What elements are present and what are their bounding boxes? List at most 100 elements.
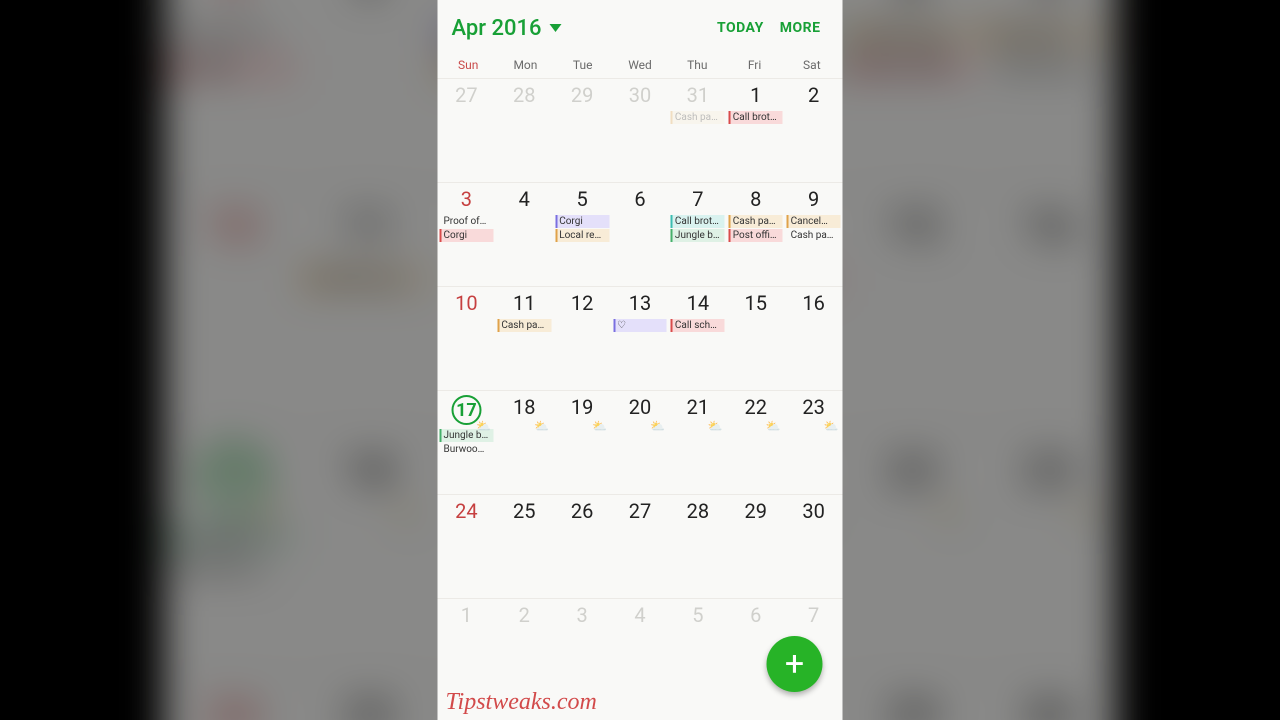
event-pill[interactable]: Cash pa… [787, 229, 841, 242]
more-button[interactable]: MORE [772, 14, 829, 42]
day-cell[interactable]: 13♡ [611, 287, 669, 390]
day-cell[interactable]: 27 [438, 79, 496, 182]
day-cell[interactable]: 25 [495, 495, 553, 598]
event-pill[interactable]: Cash pa… [729, 215, 783, 228]
event-pill[interactable]: Proof of… [169, 19, 296, 50]
day-cell[interactable]: 5 [669, 599, 727, 702]
day-cell[interactable]: 11Cash pa… [495, 287, 553, 390]
day-cell[interactable]: 5CorgiLocal re… [553, 183, 611, 286]
day-cell[interactable]: 8Cash pa…Post offi… [844, 0, 980, 186]
month-picker[interactable]: Apr 2016 [452, 16, 562, 41]
day-cell[interactable]: 15 [844, 188, 980, 430]
day-cell[interactable]: 29 [553, 79, 611, 182]
day-cell[interactable]: 12 [553, 287, 611, 390]
event-pill[interactable]: Cash pa… [849, 19, 976, 50]
day-cell[interactable]: 30 [980, 677, 1116, 720]
day-cell[interactable]: 10 [164, 188, 300, 430]
day-cell[interactable]: 30 [785, 495, 843, 598]
day-cell[interactable]: 31Cash pa… [669, 79, 727, 182]
day-cell[interactable]: 30 [611, 79, 669, 182]
day-cell[interactable]: 23⛅ [980, 433, 1116, 675]
day-cell[interactable]: 18⛅ [300, 433, 436, 675]
day-cell[interactable]: 23⛅ [785, 391, 843, 494]
day-cell[interactable]: 4 [495, 183, 553, 286]
day-number: 1 [440, 603, 494, 627]
day-cell[interactable]: 6 [611, 183, 669, 286]
day-cell[interactable]: 24 [164, 677, 300, 720]
event-pill[interactable]: Burwoo… [169, 555, 296, 586]
day-cell[interactable]: 3 [553, 599, 611, 702]
event-pill[interactable]: Post offi… [729, 229, 783, 242]
day-cell[interactable]: 16 [980, 188, 1116, 430]
event-list: CorgiLocal re… [555, 215, 609, 242]
event-pill[interactable]: Proof of… [440, 215, 494, 228]
event-pill[interactable]: Cash pa… [497, 319, 551, 332]
day-cell[interactable]: 24 [438, 495, 496, 598]
day-cell[interactable]: 2 [495, 599, 553, 702]
weather-icon: ⛅ [650, 419, 665, 433]
event-pill[interactable]: Local re… [555, 229, 609, 242]
event-pill[interactable]: Cash pa… [671, 111, 725, 124]
event-list: Jungle b…Burwoo… [440, 429, 494, 456]
day-cell[interactable]: 21⛅ [669, 391, 727, 494]
day-cell[interactable]: 8Cash pa…Post offi… [727, 183, 785, 286]
day-number: 6 [729, 603, 783, 627]
day-cell[interactable]: 3 Proof of…Corgi [438, 183, 496, 286]
today-button[interactable]: TODAY [709, 14, 772, 42]
event-pill[interactable]: ♡ [613, 319, 667, 332]
day-cell[interactable]: 22⛅ [727, 391, 785, 494]
event-pill[interactable]: Corgi [169, 52, 296, 83]
day-cell[interactable]: 17⛅Jungle b…Burwoo… [438, 391, 496, 494]
event-pill[interactable]: Call brot… [729, 111, 783, 124]
day-cell[interactable]: 29 [844, 677, 980, 720]
day-number: 3 [440, 187, 494, 211]
week-row: 3Proof of…Corgi45CorgiLocal re…67Call br… [438, 182, 843, 286]
day-cell[interactable]: 17⛅Jungle b…Burwoo… [164, 433, 300, 675]
event-pill[interactable]: Post offi… [849, 52, 976, 83]
event-pill[interactable]: Call brot… [671, 215, 725, 228]
week-row: 1011Cash pa…1213♡14Call sch…1516 [438, 286, 843, 390]
event-pill[interactable]: Jungle b… [671, 229, 725, 242]
day-cell[interactable]: 20⛅ [611, 391, 669, 494]
day-cell[interactable]: 29 [727, 495, 785, 598]
app-header: Apr 2016 TODAY MORE [438, 0, 843, 56]
day-cell[interactable]: 28 [669, 495, 727, 598]
event-pill[interactable]: Cancel… [985, 19, 1112, 50]
day-cell[interactable]: 27 [611, 495, 669, 598]
day-number: 4 [305, 0, 432, 10]
day-cell[interactable]: 3Proof of…Corgi [164, 0, 300, 186]
event-pill[interactable]: Burwoo… [440, 443, 494, 456]
event-pill[interactable]: Call sch… [671, 319, 725, 332]
weekday-label: Sat [783, 58, 840, 72]
month-title: Apr 2016 [452, 16, 542, 41]
add-event-fab[interactable]: + [767, 636, 823, 692]
day-cell[interactable]: 1 [438, 599, 496, 702]
event-pill[interactable]: Corgi [555, 215, 609, 228]
event-pill[interactable]: Corgi [440, 229, 494, 242]
day-cell[interactable]: 7Call brot…Jungle b… [669, 183, 727, 286]
event-pill[interactable]: Cash pa… [985, 52, 1112, 83]
day-cell[interactable]: 22⛅ [844, 433, 980, 675]
day-number: 12 [555, 291, 609, 315]
event-pill[interactable]: Cancel… [787, 215, 841, 228]
day-cell[interactable]: 9Cancel…Cash pa… [980, 0, 1116, 186]
day-number: 2 [787, 83, 841, 107]
day-cell[interactable]: 2 [785, 79, 843, 182]
day-cell[interactable]: 1Call brot… [727, 79, 785, 182]
day-cell[interactable]: 4 [300, 0, 436, 186]
day-cell[interactable]: 16 [785, 287, 843, 390]
day-cell[interactable]: 26 [553, 495, 611, 598]
day-cell[interactable]: 18⛅ [495, 391, 553, 494]
day-cell[interactable]: 10 [438, 287, 496, 390]
day-cell[interactable]: 4 [611, 599, 669, 702]
event-pill[interactable]: Cash pa… [305, 264, 432, 295]
day-cell[interactable]: 19⛅ [553, 391, 611, 494]
day-cell[interactable]: 15 [727, 287, 785, 390]
day-cell[interactable]: 14Call sch… [669, 287, 727, 390]
day-cell[interactable]: 9Cancel…Cash pa… [785, 183, 843, 286]
day-number: 29 [849, 687, 976, 720]
day-cell[interactable]: 25 [300, 677, 436, 720]
day-cell[interactable]: 11Cash pa… [300, 188, 436, 430]
day-cell[interactable]: 28 [495, 79, 553, 182]
weekday-label: Tue [554, 58, 611, 72]
